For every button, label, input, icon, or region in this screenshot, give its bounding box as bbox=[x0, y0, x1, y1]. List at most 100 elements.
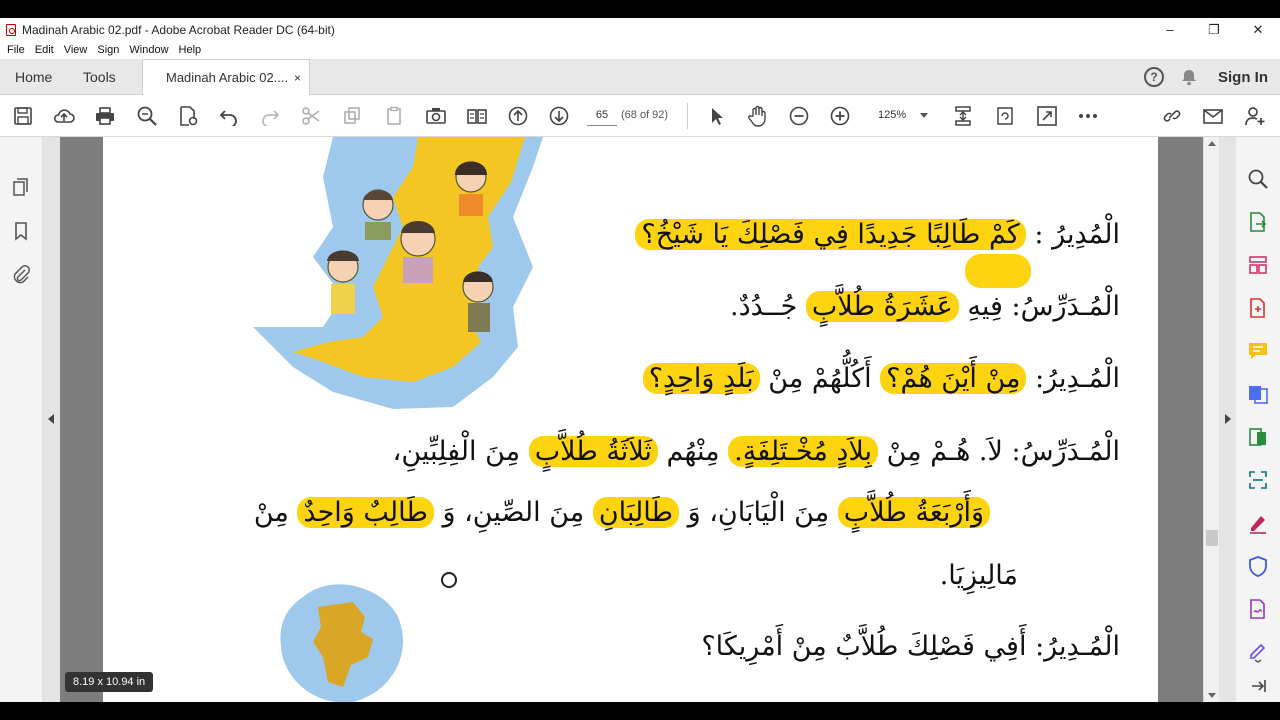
menu-help[interactable]: Help bbox=[174, 44, 207, 56]
export-pdf-icon[interactable] bbox=[1247, 211, 1269, 233]
right-pane-toggle[interactable] bbox=[1219, 137, 1236, 702]
video-letterbox-top bbox=[0, 0, 1280, 18]
redo-icon[interactable] bbox=[259, 105, 281, 127]
share-link-icon[interactable] bbox=[1161, 105, 1183, 127]
vertical-scrollbar[interactable] bbox=[1203, 137, 1219, 702]
highlighted-text: ثَلاَثَةُ طُلاَّبٍ bbox=[528, 436, 658, 467]
highlighted-text: بَلَدٍ وَاحِدٍ؟ bbox=[642, 363, 760, 394]
close-tab-icon[interactable]: × bbox=[294, 71, 301, 85]
speaker-label: الْمُـدِيرُ: bbox=[1035, 363, 1120, 394]
select-cursor-icon[interactable] bbox=[706, 105, 728, 127]
speaker-label: الْمُـدِيرُ: bbox=[1035, 631, 1120, 662]
video-letterbox-bottom bbox=[0, 702, 1280, 720]
window-title: Madinah Arabic 02.pdf - Adobe Acrobat Re… bbox=[22, 22, 335, 37]
menu-file[interactable]: File bbox=[2, 44, 30, 56]
create-pdf-icon[interactable] bbox=[1247, 297, 1269, 319]
combine-files-icon[interactable] bbox=[1247, 383, 1269, 405]
highlighted-text: عَشَرَةُ طُلاَّبٍ bbox=[805, 291, 959, 322]
paste-icon[interactable] bbox=[383, 105, 405, 127]
line-text: مِنَ الْيَابَانِ، وَ bbox=[687, 497, 830, 528]
highlighted-text: كَمْ طَالِبًا جَدِيدًا فِي فَصْلِكَ يَا … bbox=[635, 219, 1026, 250]
page-thumbnails-icon[interactable] bbox=[11, 177, 31, 197]
menu-sign[interactable]: Sign bbox=[92, 44, 124, 56]
undo-icon[interactable] bbox=[218, 105, 240, 127]
line-text: فِيهِ bbox=[967, 291, 1003, 322]
child-figure bbox=[362, 189, 394, 240]
dialogue-line-6: مَالِيزِيَا. bbox=[940, 560, 1018, 591]
scan-ocr-icon[interactable] bbox=[1247, 469, 1269, 491]
collapse-panel-icon[interactable] bbox=[1247, 675, 1269, 697]
request-signature-icon[interactable] bbox=[1247, 598, 1269, 620]
highlighted-text: بِلاَدٍ مُخْـتَلِفَةٍ. bbox=[728, 436, 879, 467]
minimize-button[interactable]: – bbox=[1148, 18, 1192, 41]
search-icon[interactable] bbox=[1247, 168, 1269, 190]
menu-view[interactable]: View bbox=[59, 44, 93, 56]
file-settings-icon[interactable] bbox=[177, 105, 199, 127]
sign-in-link[interactable]: Sign In bbox=[1218, 69, 1268, 86]
menu-edit[interactable]: Edit bbox=[30, 44, 59, 56]
tab-tools[interactable]: Tools bbox=[83, 59, 116, 95]
close-window-button[interactable]: ✕ bbox=[1236, 18, 1280, 41]
add-user-icon[interactable] bbox=[1244, 105, 1266, 127]
menu-window[interactable]: Window bbox=[124, 44, 173, 56]
scrolling-mode-icon[interactable] bbox=[952, 105, 974, 127]
line-text: مَالِيزِيَا. bbox=[939, 560, 1018, 591]
highlighted-text: طَالِبٌ وَاحِدٌ bbox=[297, 497, 434, 528]
scroll-up-arrow-icon[interactable] bbox=[1208, 141, 1216, 146]
print-icon[interactable] bbox=[94, 105, 116, 127]
line-text: مِنَ الصِّينِ، وَ bbox=[442, 497, 585, 528]
tab-bar: Home Tools Madinah Arabic 02.... × ? Sig… bbox=[0, 59, 1280, 95]
rotate-view-icon[interactable] bbox=[994, 105, 1016, 127]
restore-button[interactable]: ❐ bbox=[1192, 18, 1236, 41]
page-number-input[interactable]: 65 bbox=[587, 104, 617, 126]
tab-bar-right: ? Sign In bbox=[1144, 59, 1280, 95]
copy-icon[interactable] bbox=[341, 105, 363, 127]
dialogue-line-4: الْمُـدَرِّسُ: لاَ. هُـمْ مِنْ بِلاَدٍ م… bbox=[393, 436, 1120, 467]
snapshot-camera-icon[interactable] bbox=[425, 105, 447, 127]
attachment-icon[interactable] bbox=[11, 264, 31, 284]
next-page-icon[interactable] bbox=[548, 105, 570, 127]
document-viewport[interactable]: الْمُدِيرُ : كَمْ طَالِبًا جَدِيدًا فِي … bbox=[60, 137, 1203, 702]
speaker-label: الْمُدِيرُ : bbox=[1034, 219, 1120, 250]
previous-page-icon[interactable] bbox=[507, 105, 529, 127]
page-view-icon[interactable] bbox=[466, 105, 488, 127]
title-bar: Madinah Arabic 02.pdf - Adobe Acrobat Re… bbox=[0, 18, 1280, 41]
more-options-icon[interactable] bbox=[1077, 105, 1099, 127]
cloud-upload-icon[interactable] bbox=[53, 105, 75, 127]
more-tools-pen-icon[interactable] bbox=[1247, 641, 1269, 663]
comment-icon[interactable] bbox=[1247, 340, 1269, 362]
line-text: مِنَ الْفِلِبِّينِ، bbox=[392, 436, 521, 467]
page-count-label: (68 of 92) bbox=[621, 109, 669, 121]
line-text: جُــدُدٌ. bbox=[730, 291, 798, 322]
chevron-down-icon bbox=[920, 113, 928, 118]
dialogue-line-2: الْمُـدَرِّسُ: فِيهِ عَشَرَةُ طُلاَّبٍ ج… bbox=[730, 291, 1120, 322]
protect-shield-icon[interactable] bbox=[1247, 555, 1269, 577]
zoom-level-select[interactable]: 125% bbox=[866, 104, 936, 126]
cut-icon[interactable] bbox=[300, 105, 322, 127]
help-icon[interactable]: ? bbox=[1144, 67, 1164, 87]
scrollbar-thumb[interactable] bbox=[1206, 530, 1218, 546]
left-pane-toggle[interactable] bbox=[43, 137, 60, 702]
hand-tool-icon[interactable] bbox=[747, 105, 769, 127]
organize-pages-icon[interactable] bbox=[1247, 254, 1269, 276]
tab-home[interactable]: Home bbox=[15, 59, 52, 95]
zoom-out-icon[interactable] bbox=[788, 105, 810, 127]
search-zoom-icon[interactable] bbox=[136, 105, 158, 127]
fill-sign-icon[interactable] bbox=[1247, 512, 1269, 534]
document-tab-label: Madinah Arabic 02.... bbox=[166, 70, 289, 85]
dialogue-line-1: الْمُدِيرُ : كَمْ طَالِبًا جَدِيدًا فِي … bbox=[635, 219, 1120, 250]
full-screen-icon[interactable] bbox=[1036, 105, 1058, 127]
toolbar-divider bbox=[687, 103, 688, 129]
save-icon[interactable] bbox=[12, 105, 34, 127]
email-icon[interactable] bbox=[1202, 105, 1224, 127]
tab-document[interactable]: Madinah Arabic 02.... × bbox=[142, 59, 310, 95]
zoom-in-icon[interactable] bbox=[829, 105, 851, 127]
notifications-bell-icon[interactable] bbox=[1180, 68, 1198, 86]
line-text: أَفِي فَصْلِكَ طُلاَّبٌ مِنْ أَمْرِيكَا؟ bbox=[701, 631, 1027, 662]
chevron-right-icon bbox=[1225, 414, 1231, 424]
bookmark-icon[interactable] bbox=[11, 221, 31, 241]
speaker-label: الْمُـدَرِّسُ: bbox=[1011, 291, 1120, 322]
scroll-down-arrow-icon[interactable] bbox=[1208, 693, 1216, 698]
left-navigation-pane bbox=[0, 137, 43, 702]
edit-pdf-icon[interactable] bbox=[1247, 426, 1269, 448]
